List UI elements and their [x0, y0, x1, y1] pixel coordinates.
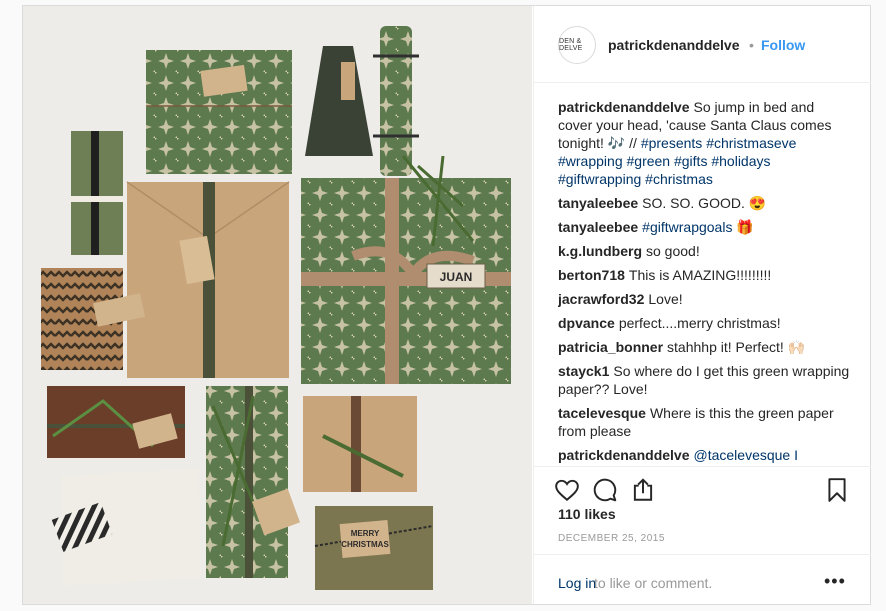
- share-icon[interactable]: [630, 477, 656, 503]
- comment-username[interactable]: patrickdenanddelve: [558, 447, 690, 463]
- header-separator: •: [749, 37, 754, 53]
- comment-username[interactable]: tacelevesque: [558, 405, 646, 421]
- hashtag-christmas[interactable]: #christmas: [645, 171, 713, 187]
- comment-text: perfect....merry christmas!: [618, 315, 781, 331]
- hashtag-wrapping[interactable]: #wrapping: [558, 153, 623, 169]
- more-options-icon[interactable]: •••: [824, 571, 846, 592]
- gift-wrap-photo: JUAN MERRY CHRISTMAS: [23, 6, 532, 604]
- comment-username[interactable]: dpvance: [558, 315, 615, 331]
- comment-text: Love!: [648, 291, 683, 307]
- comment-username[interactable]: patricia_bonner: [558, 339, 663, 355]
- comment: tacelevesque Where is this the green pape…: [558, 404, 850, 440]
- comment-text: SO. SO. GOOD. 😍: [642, 195, 767, 211]
- comment: jacrawford32 Love!: [558, 290, 850, 308]
- post-side-panel: DEN & DELVE patrickdenanddelve • Follow …: [533, 6, 871, 604]
- comment: tanyaleebee SO. SO. GOOD. 😍: [558, 194, 850, 212]
- comment-text: so good!: [646, 243, 700, 259]
- post-date[interactable]: DECEMBER 25, 2015: [558, 533, 665, 544]
- comment-username[interactable]: tanyaleebee: [558, 195, 638, 211]
- comment: k.g.lundberg so good!: [558, 242, 850, 260]
- comment: dpvance perfect....merry christmas!: [558, 314, 850, 332]
- comment-text[interactable]: #giftwrapgoals 🎁: [642, 219, 754, 235]
- header-username[interactable]: patrickdenanddelve: [608, 37, 740, 53]
- caption-username[interactable]: patrickdenanddelve: [558, 99, 690, 115]
- login-footer: Log in to like or comment. •••: [534, 554, 871, 605]
- comment: berton718 This is AMAZING!!!!!!!!!: [558, 266, 850, 284]
- follow-button[interactable]: Follow: [761, 37, 805, 53]
- tag-juan: JUAN: [440, 270, 473, 284]
- instagram-post: JUAN MERRY CHRISTMAS DEN & DELVE patrick…: [22, 5, 871, 605]
- login-prompt-text: to like or comment.: [594, 575, 713, 591]
- caption: patrickdenanddelve So jump in bed and cov…: [558, 98, 850, 188]
- comment: patricia_bonner stahhhp it! Perfect! 🙌🏻: [558, 338, 850, 356]
- comment-text[interactable]: @tacelevesque I: [694, 447, 799, 463]
- comment-text: stahhhp it! Perfect! 🙌🏻: [667, 339, 806, 355]
- comments-list[interactable]: patrickdenanddelve So jump in bed and cov…: [558, 98, 850, 466]
- hashtag-green[interactable]: #green: [627, 153, 671, 169]
- comment-username[interactable]: berton718: [558, 267, 625, 283]
- comment-text: This is AMAZING!!!!!!!!!: [628, 267, 772, 283]
- hashtag-presents[interactable]: #presents: [641, 135, 702, 151]
- comment-username[interactable]: tanyaleebee: [558, 219, 638, 235]
- hashtag-holidays[interactable]: #holidays: [711, 153, 770, 169]
- post-photo[interactable]: JUAN MERRY CHRISTMAS: [23, 6, 532, 604]
- heart-icon[interactable]: [554, 477, 580, 503]
- likes-count[interactable]: 110 likes: [558, 506, 616, 522]
- comment-username[interactable]: jacrawford32: [558, 291, 644, 307]
- hashtag-christmaseve[interactable]: #christmaseve: [706, 135, 796, 151]
- post-header: DEN & DELVE patrickdenanddelve • Follow: [534, 6, 871, 83]
- bookmark-icon[interactable]: [824, 477, 850, 503]
- hashtag-giftwrapping[interactable]: #giftwrapping: [558, 171, 641, 187]
- tag-christmas: CHRISTMAS: [341, 540, 389, 549]
- tag-merry: MERRY: [351, 529, 380, 538]
- login-link[interactable]: Log in: [558, 575, 596, 591]
- comment-icon[interactable]: [592, 477, 618, 503]
- hashtag-gifts[interactable]: #gifts: [674, 153, 707, 169]
- comment: patrickdenanddelve @tacelevesque I: [558, 446, 850, 464]
- comment-username[interactable]: k.g.lundberg: [558, 243, 642, 259]
- avatar[interactable]: DEN & DELVE: [558, 26, 596, 64]
- comment: stayck1 So where do I get this green wrap…: [558, 362, 850, 398]
- action-bar: [534, 466, 871, 507]
- comment: tanyaleebee #giftwrapgoals 🎁: [558, 218, 850, 236]
- avatar-text: DEN & DELVE: [559, 38, 583, 52]
- comment-username[interactable]: stayck1: [558, 363, 609, 379]
